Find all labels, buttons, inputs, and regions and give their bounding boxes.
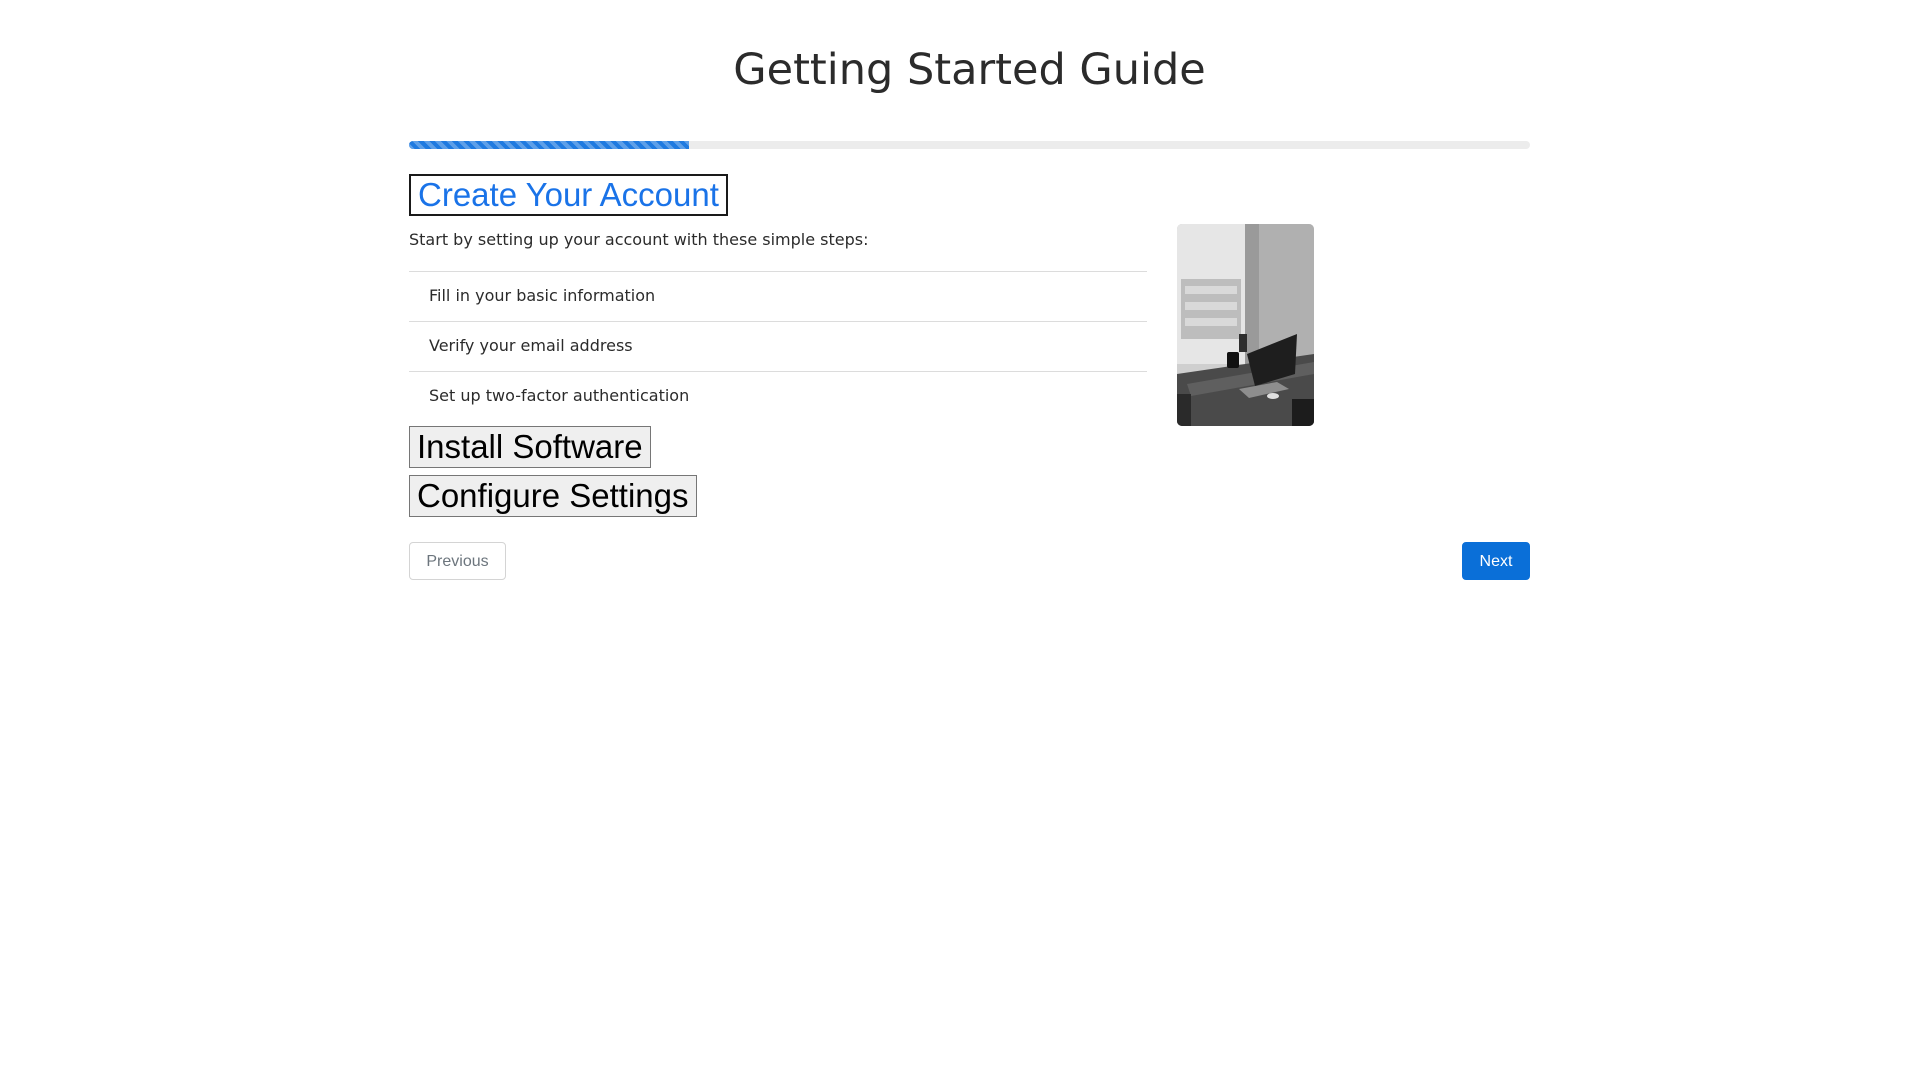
guide-container: Getting Started Guide Create Your Accoun… — [409, 0, 1530, 580]
list-item: Set up two-factor authentication — [409, 371, 1147, 421]
progress-fill — [409, 141, 690, 149]
step-header-create-account[interactable]: Create Your Account — [409, 174, 728, 216]
list-item: Fill in your basic information — [409, 271, 1147, 321]
progress-bar — [409, 141, 1530, 149]
step-header-configure-settings[interactable]: Configure Settings — [409, 475, 697, 517]
page-title: Getting Started Guide — [733, 45, 1206, 95]
step-header-install-software[interactable]: Install Software — [409, 426, 651, 468]
step-description: Start by setting up your account with th… — [409, 230, 869, 249]
list-item: Verify your email address — [409, 321, 1147, 371]
step-checklist: Fill in your basic information Verify yo… — [409, 271, 1147, 421]
next-button[interactable]: Next — [1462, 542, 1530, 580]
desk-workspace-photo — [1177, 224, 1314, 426]
previous-button[interactable]: Previous — [409, 542, 506, 580]
page: Getting Started Guide Create Your Accoun… — [0, 0, 1920, 1080]
